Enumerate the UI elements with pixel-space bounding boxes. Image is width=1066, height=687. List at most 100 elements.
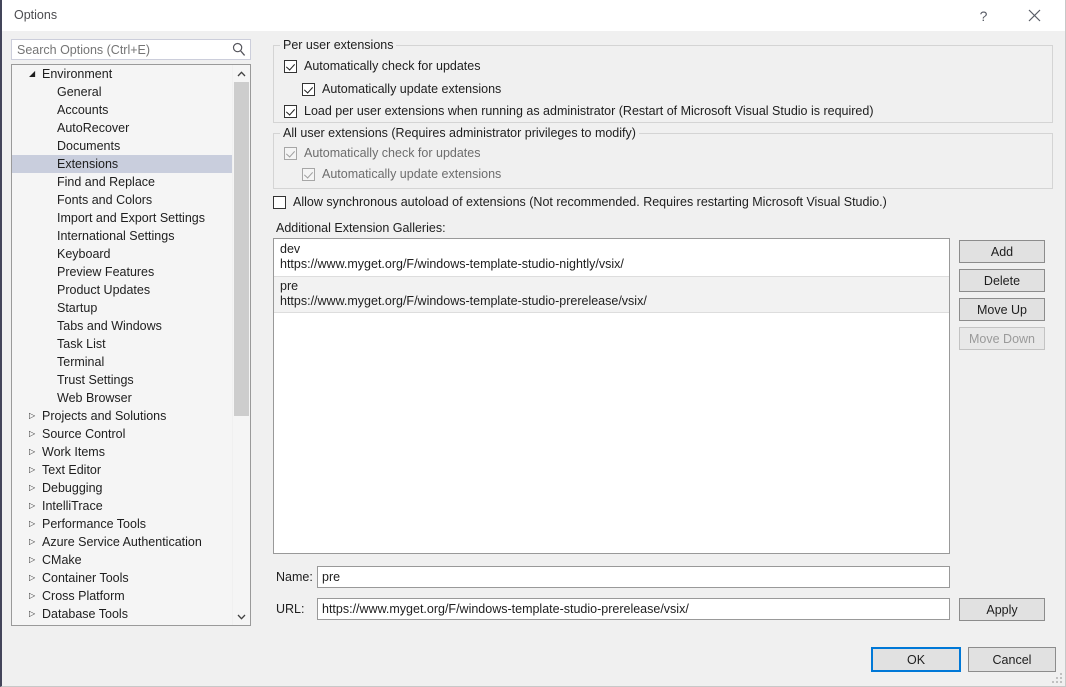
tree-item-international-settings[interactable]: International Settings: [12, 227, 234, 245]
gallery-list-item[interactable]: pre https://www.myget.org/F/windows-templ…: [274, 276, 949, 313]
expander-collapsed-icon[interactable]: ▷: [29, 605, 39, 623]
expander-collapsed-icon[interactable]: ▷: [29, 587, 39, 605]
tree-item-label: Fonts and Colors: [57, 193, 153, 207]
tree-item-debugging[interactable]: ▷ Debugging: [12, 479, 234, 497]
tree-item-projects-and-solutions[interactable]: ▷ Projects and Solutions: [12, 407, 234, 425]
gallery-list-item[interactable]: dev https://www.myget.org/F/windows-templ…: [274, 239, 949, 276]
checkbox-all-user-auto-check[interactable]: Automatically check for updates: [284, 146, 480, 160]
tree-item-trust-settings[interactable]: Trust Settings: [12, 371, 234, 389]
tree-item-label: Extensions: [57, 157, 119, 171]
add-button[interactable]: Add: [959, 240, 1045, 263]
tree-item-import-and-export-settings[interactable]: Import and Export Settings: [12, 209, 234, 227]
tree-item-label: Product Updates: [57, 283, 151, 297]
checkbox-label: Automatically update extensions: [322, 82, 502, 96]
ok-button[interactable]: OK: [871, 647, 961, 672]
apply-button[interactable]: Apply: [959, 598, 1045, 621]
expander-collapsed-icon[interactable]: ▷: [29, 551, 39, 569]
tree-item-label: Container Tools: [42, 571, 129, 585]
tree-item-label: Preview Features: [57, 265, 155, 279]
expander-collapsed-icon[interactable]: ▷: [29, 479, 39, 497]
expander-collapsed-icon[interactable]: ▷: [29, 407, 39, 425]
tree-scrollbar-thumb[interactable]: [234, 82, 249, 416]
tree-item-label: Work Items: [42, 445, 105, 459]
expander-collapsed-icon[interactable]: ▷: [29, 533, 39, 551]
tree-item-cross-platform[interactable]: ▷ Cross Platform: [12, 587, 234, 605]
tree-item-label: Tabs and Windows: [57, 319, 162, 333]
tree-item-extensions[interactable]: Extensions: [12, 155, 234, 173]
delete-button[interactable]: Delete: [959, 269, 1045, 292]
checkbox-label: Automatically check for updates: [304, 59, 481, 73]
tree-item-startup[interactable]: Startup: [12, 299, 234, 317]
url-input[interactable]: [317, 598, 950, 620]
extension-galleries-list[interactable]: dev https://www.myget.org/F/windows-templ…: [273, 238, 950, 554]
tree-item-fonts-and-colors[interactable]: Fonts and Colors: [12, 191, 234, 209]
tree-item-general[interactable]: General: [12, 83, 234, 101]
per-user-group-label: Per user extensions: [280, 38, 397, 52]
tree-item-label: Keyboard: [57, 247, 111, 261]
checkbox-per-user-auto-update[interactable]: Automatically update extensions: [302, 82, 501, 96]
tree-item-source-control[interactable]: ▷ Source Control: [12, 425, 234, 443]
expander-collapsed-icon[interactable]: ▷: [29, 443, 39, 461]
search-input[interactable]: [17, 43, 222, 57]
tree-item-label: CMake: [42, 553, 82, 567]
expander-expanded-icon[interactable]: ◢: [29, 65, 39, 83]
tree-item-preview-features[interactable]: Preview Features: [12, 263, 234, 281]
all-user-extensions-group: All user extensions (Requires administra…: [273, 126, 1053, 189]
tree-item-environment[interactable]: ◢ Environment: [12, 65, 234, 83]
tree-item-work-items[interactable]: ▷ Work Items: [12, 443, 234, 461]
per-user-extensions-group: Per user extensions Automatically check …: [273, 38, 1053, 123]
window-title: Options: [14, 8, 58, 22]
tree-item-label: Debugging: [42, 481, 103, 495]
tree-item-label: Azure Service Authentication: [42, 535, 202, 549]
gallery-item-name: pre: [280, 279, 299, 293]
name-input[interactable]: [317, 566, 950, 588]
checkbox-icon-checked: [284, 59, 297, 73]
tree-item-tabs-and-windows[interactable]: Tabs and Windows: [12, 317, 234, 335]
tree-item-task-list[interactable]: Task List: [12, 335, 234, 353]
checkbox-load-per-user-as-admin[interactable]: Load per user extensions when running as…: [284, 104, 874, 118]
cancel-button[interactable]: Cancel: [968, 647, 1056, 672]
move-down-button[interactable]: Move Down: [959, 327, 1045, 350]
gallery-item-url: https://www.myget.org/F/windows-template…: [280, 257, 624, 271]
tree-item-database-tools[interactable]: ▷ Database Tools: [12, 605, 234, 623]
tree-item-azure-service-authentication[interactable]: ▷ Azure Service Authentication: [12, 533, 234, 551]
tree-item-label: Trust Settings: [57, 373, 134, 387]
tree-item-keyboard[interactable]: Keyboard: [12, 245, 234, 263]
tree-item-accounts[interactable]: Accounts: [12, 101, 234, 119]
chevron-down-icon[interactable]: [233, 608, 250, 625]
expander-collapsed-icon[interactable]: ▷: [29, 461, 39, 479]
expander-collapsed-icon[interactable]: ▷: [29, 425, 39, 443]
checkbox-allow-synchronous-autoload[interactable]: Allow synchronous autoload of extensions…: [273, 195, 887, 209]
tree-item-container-tools[interactable]: ▷ Container Tools: [12, 569, 234, 587]
search-icon: [232, 42, 246, 60]
move-up-button[interactable]: Move Up: [959, 298, 1045, 321]
tree-item-performance-tools[interactable]: ▷ Performance Tools: [12, 515, 234, 533]
tree-item-terminal[interactable]: Terminal: [12, 353, 234, 371]
tree-item-cmake[interactable]: ▷ CMake: [12, 551, 234, 569]
chevron-up-icon[interactable]: [233, 65, 250, 82]
checkbox-icon-unchecked: [273, 195, 286, 209]
tree-item-documents[interactable]: Documents: [12, 137, 234, 155]
search-box[interactable]: [11, 39, 251, 60]
expander-collapsed-icon[interactable]: ▷: [29, 497, 39, 515]
checkbox-per-user-auto-check[interactable]: Automatically check for updates: [284, 59, 480, 73]
tree-scrollbar[interactable]: [232, 65, 250, 625]
tree-item-label: Projects and Solutions: [42, 409, 167, 423]
tree-item-product-updates[interactable]: Product Updates: [12, 281, 234, 299]
tree-item-web-browser[interactable]: Web Browser: [12, 389, 234, 407]
tree-item-intellitrace[interactable]: ▷ IntelliTrace: [12, 497, 234, 515]
tree-item-find-and-replace[interactable]: Find and Replace: [12, 173, 234, 191]
tree-item-label: AutoRecover: [57, 121, 130, 135]
checkbox-all-user-auto-update[interactable]: Automatically update extensions: [302, 167, 501, 181]
tree-item-label: General: [57, 85, 102, 99]
tree-item-label: Terminal: [57, 355, 105, 369]
tree-item-autorecover[interactable]: AutoRecover: [12, 119, 234, 137]
tree-item-text-editor[interactable]: ▷ Text Editor: [12, 461, 234, 479]
expander-collapsed-icon[interactable]: ▷: [29, 515, 39, 533]
question-mark-icon[interactable]: ?: [961, 0, 1006, 31]
checkbox-icon-checked-disabled: [302, 167, 315, 181]
expander-collapsed-icon[interactable]: ▷: [29, 569, 39, 587]
resize-grip[interactable]: [1050, 671, 1062, 683]
gallery-item-url: https://www.myget.org/F/windows-template…: [280, 294, 647, 308]
close-icon[interactable]: [1012, 0, 1057, 31]
